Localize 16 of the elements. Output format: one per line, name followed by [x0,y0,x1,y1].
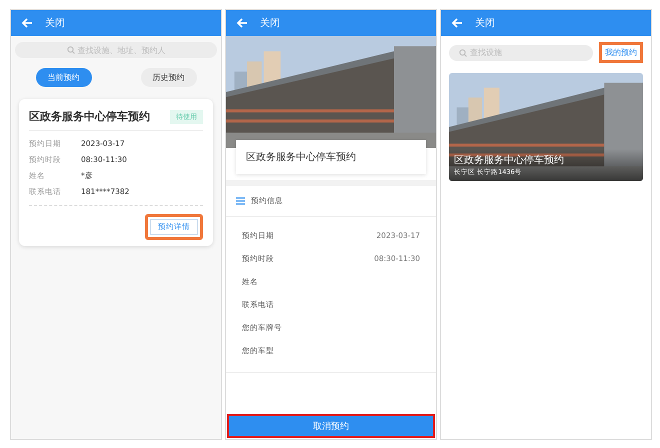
my-reservations-link[interactable]: 我的预约 [599,42,643,63]
facility-title: 区政务服务中心停车预约 [236,140,426,174]
back-button[interactable]: 关闭 [21,16,65,30]
tab[interactable]: 历史预约 [140,68,196,87]
cancel-button[interactable]: 取消预约 [227,414,435,438]
back-arrow-icon [236,17,248,29]
back-arrow-icon [21,17,33,29]
search-icon [66,46,74,54]
back-arrow-icon [451,17,463,29]
back-button[interactable]: 关闭 [451,16,495,30]
facility-title: 区政务服务中心停车预约 [454,154,565,167]
search-icon [459,48,467,56]
card-title: 区政务服务中心停车预约 [29,109,150,124]
back-button[interactable]: 关闭 [236,16,280,30]
tab[interactable]: 当前预约 [36,68,92,87]
list-icon [236,197,245,205]
